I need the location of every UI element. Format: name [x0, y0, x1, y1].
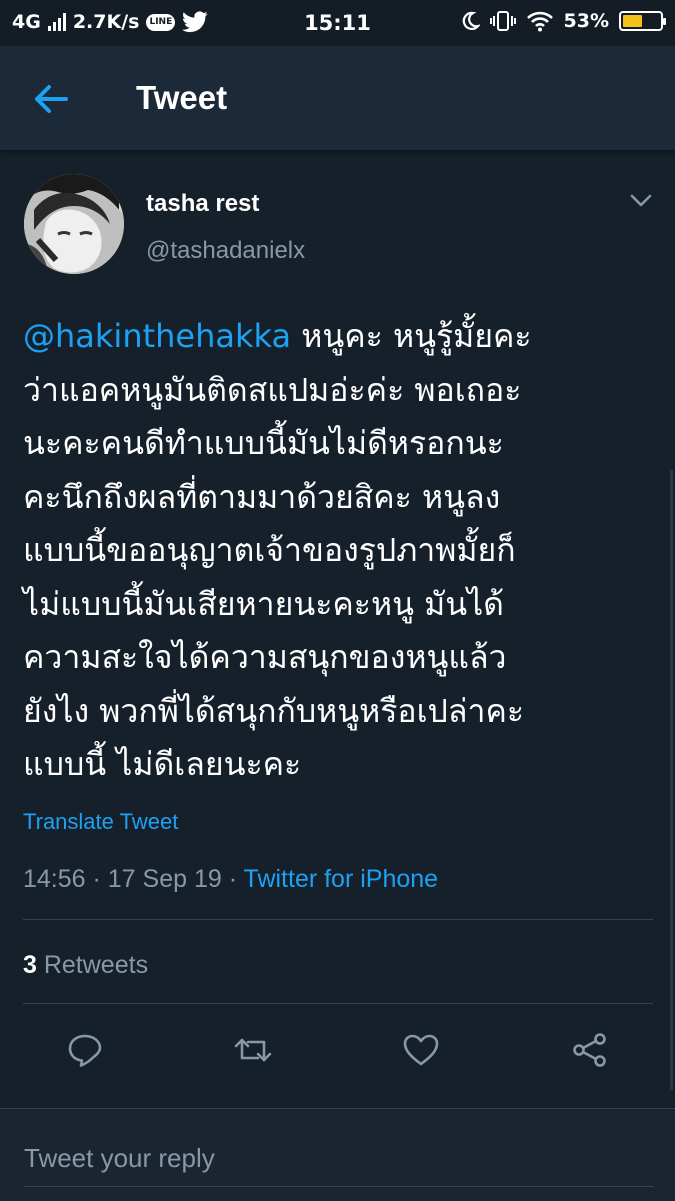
share-icon [573, 1033, 606, 1067]
retweets-stat[interactable]: 3 Retweets [23, 951, 148, 980]
reply-button[interactable] [65, 1030, 105, 1070]
arrow-left-icon [35, 85, 68, 113]
tweet-line: @hakinthehakka หนูคะ หนูรู้มั้ยคะ [23, 310, 663, 364]
profile-photo [24, 174, 124, 274]
retweet-button[interactable] [233, 1030, 273, 1070]
share-button[interactable] [570, 1030, 610, 1070]
tweet-line-text: หนูคะ หนูรู้มั้ยคะ [291, 317, 532, 355]
tweet-meta: 14:56 · 17 Sep 19 · Twitter for iPhone [23, 865, 438, 894]
reply-input[interactable] [24, 1138, 624, 1178]
meta-separator: · [85, 865, 108, 893]
author-display-name[interactable]: tasha rest [146, 190, 259, 218]
battery-level [623, 15, 643, 27]
author-handle[interactable]: @tashadanielx [146, 237, 305, 265]
tweet-line: คะนึกถึงผลที่ตามมาด้วยสิคะ หนูลง [23, 477, 501, 516]
retweet-label: Retweets [36, 951, 149, 979]
tweet-time: 14:56 [23, 865, 86, 893]
back-button[interactable] [28, 76, 74, 122]
mention-link[interactable]: @hakinthehakka [23, 317, 291, 355]
app-header: Tweet [0, 46, 675, 150]
reply-icon [68, 1034, 102, 1067]
wifi-icon [526, 11, 553, 32]
page-title: Tweet [136, 79, 228, 116]
tweet-line: ยังไง พวกพี่ได้สนุกกับหนูหรือเปล่าคะ [23, 691, 525, 730]
status-bar: 4G 2.7K/s LINE 15:11 53% [0, 0, 675, 46]
meta-separator: · [221, 865, 244, 893]
tweet-text: @hakinthehakka หนูคะ หนูรู้มั้ยคะ ว่าแอค… [23, 310, 663, 792]
tweet-line: แบบนี้ ไม่ดีเลยนะคะ [23, 745, 302, 783]
tweet-line: ไม่แบบนี้มันเสียหายนะคะหนู มันได้ [23, 584, 504, 623]
tweet-menu-button[interactable] [626, 190, 656, 210]
heart-icon [403, 1034, 439, 1066]
tweet-date: 17 Sep 19 [107, 865, 222, 893]
divider [23, 919, 653, 920]
battery-percent: 53% [563, 10, 609, 32]
battery-icon [619, 11, 666, 31]
avatar[interactable] [24, 174, 124, 274]
divider [23, 1003, 653, 1004]
chevron-down-icon [630, 194, 652, 207]
tweet-line: ว่าแอคหนูมันติดสแปมอ่ะค่ะ พอเถอะ [23, 370, 522, 409]
tweet-line: ความสะใจได้ความสนุกของหนูแล้ว [23, 638, 507, 676]
vibrate-icon [489, 11, 516, 31]
retweet-count: 3 [23, 951, 37, 979]
tweet-line: แบบนี้ขออนุญาตเจ้าของรูปภาพมั้ยก็ [23, 531, 516, 569]
moon-icon [462, 11, 480, 30]
like-button[interactable] [401, 1030, 441, 1070]
tweet-source-link[interactable]: Twitter for iPhone [244, 865, 439, 893]
translate-tweet-link[interactable]: Translate Tweet [23, 809, 178, 835]
retweet-icon [234, 1038, 272, 1062]
scrollbar[interactable] [670, 470, 673, 1090]
reply-underline [24, 1186, 654, 1187]
tweet-line: นะคะคนดีทำแบบนี้มันไม่ดีหรอกนะ [23, 424, 504, 462]
status-right: 53% [460, 10, 666, 32]
